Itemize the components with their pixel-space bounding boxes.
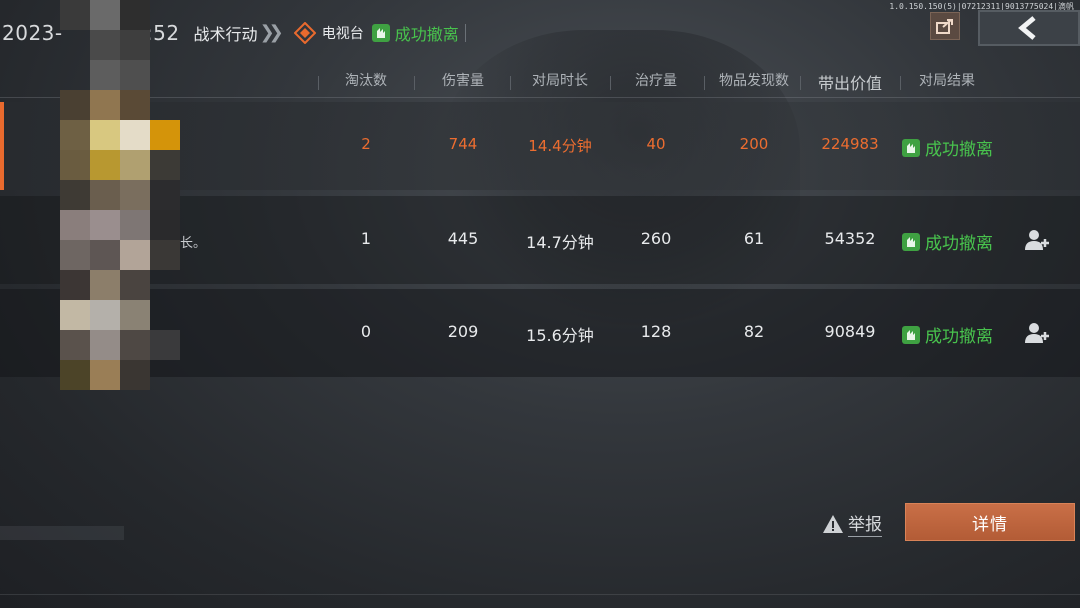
damage-value: 445 xyxy=(447,229,479,248)
match-result: 成功撤离 xyxy=(902,229,993,254)
extract-success-icon xyxy=(902,138,920,157)
faint-background-bar xyxy=(0,526,124,540)
extract-success-icon xyxy=(902,325,920,344)
back-button[interactable] xyxy=(978,10,1080,46)
eliminations-value: 1 xyxy=(360,229,372,248)
healing-value: 260 xyxy=(640,229,672,248)
extracted-value: 54352 xyxy=(824,229,876,248)
column-damage: 伤害量 xyxy=(442,73,484,89)
items-found-value: 200 xyxy=(739,135,769,153)
match-result-label: 成功撤离 xyxy=(925,140,993,160)
eliminations-value: 2 xyxy=(361,135,371,153)
extracted-value: 90849 xyxy=(824,322,876,341)
selected-row-accent xyxy=(0,102,4,190)
extract-success-icon xyxy=(371,24,390,42)
damage-value: 744 xyxy=(448,135,478,153)
details-label: 详情 xyxy=(972,514,1008,535)
extracted-value: 224983 xyxy=(821,135,879,153)
duration-value: 14.7分钟 xyxy=(526,233,594,252)
column-items-found: 物品发现数 xyxy=(719,73,789,89)
match-result-label: 成功撤离 xyxy=(925,327,993,347)
map-name: 电视台 xyxy=(321,26,364,42)
column-match-result: 对局结果 xyxy=(919,73,975,89)
share-icon xyxy=(936,19,953,34)
damage-value: 209 xyxy=(447,322,479,341)
healing-value: 40 xyxy=(646,135,666,153)
header-divider xyxy=(464,24,466,42)
column-duration: 对局时长 xyxy=(532,73,588,89)
report-button[interactable]: 举报 xyxy=(822,510,882,537)
match-result: 成功撤离 xyxy=(902,322,993,347)
warning-triangle-icon xyxy=(823,514,843,533)
add-friend-icon[interactable] xyxy=(1024,321,1050,345)
player-name-fragment: 长。 xyxy=(180,236,207,251)
duration-value: 15.6分钟 xyxy=(526,326,594,345)
details-button[interactable]: 详情 xyxy=(905,503,1075,541)
match-status: 成功撤离 xyxy=(394,25,459,44)
eliminations-value: 0 xyxy=(360,322,372,341)
share-button[interactable] xyxy=(930,12,960,40)
tv-station-icon xyxy=(293,22,316,44)
items-found-value: 61 xyxy=(743,229,765,248)
column-healing: 治疗量 xyxy=(635,73,677,89)
extract-success-icon xyxy=(902,232,920,251)
add-friend-icon[interactable] xyxy=(1024,228,1050,252)
game-mode-label: 战术行动 xyxy=(193,25,258,44)
redacted-player-avatars xyxy=(60,90,180,396)
redacted-player-info xyxy=(60,0,180,90)
duration-value: 14.4分钟 xyxy=(528,137,592,155)
healing-value: 128 xyxy=(640,322,672,341)
double-chevron-right-icon: ❯ ❯ xyxy=(259,22,284,43)
report-label: 举报 xyxy=(848,510,882,537)
items-found-value: 82 xyxy=(743,322,765,341)
match-result-label: 成功撤离 xyxy=(925,234,993,254)
column-eliminations: 淘汰数 xyxy=(345,73,387,89)
bottom-divider xyxy=(0,594,1080,595)
match-result: 成功撤离 xyxy=(902,135,993,160)
back-arrow-icon xyxy=(1018,16,1036,40)
column-extracted-value: 带出价值 xyxy=(817,74,882,93)
